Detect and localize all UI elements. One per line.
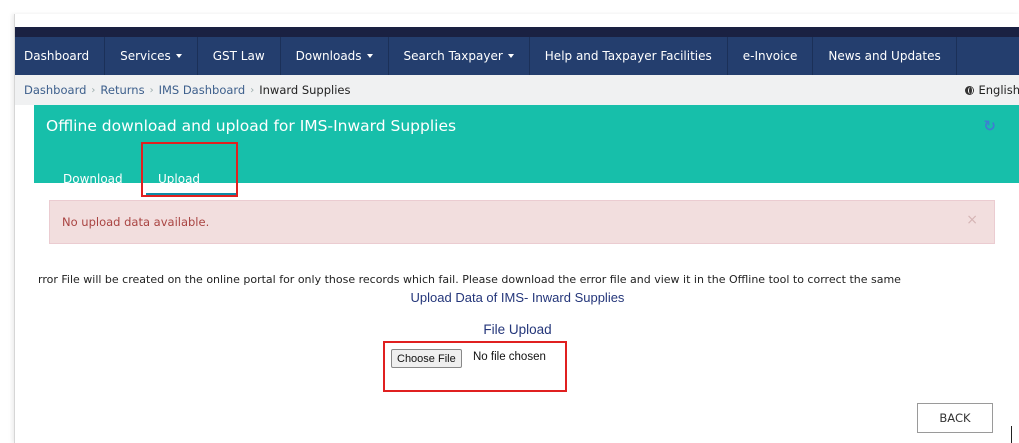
breadcrumb-separator: › bbox=[250, 84, 255, 96]
nav-news-updates[interactable]: News and Updates bbox=[813, 37, 957, 75]
file-upload-label: File Upload bbox=[483, 322, 552, 337]
highlight-box-upload-tab bbox=[141, 142, 238, 197]
upload-section-title: Upload Data of IMS- Inward Supplies bbox=[410, 290, 625, 305]
breadcrumb-current: Inward Supplies bbox=[259, 83, 351, 97]
info-text: rror File will be created on the online … bbox=[38, 273, 901, 286]
nav-e-invoice[interactable]: e-Invoice bbox=[728, 37, 814, 75]
breadcrumb-separator: › bbox=[91, 84, 96, 96]
breadcrumb-returns[interactable]: Returns bbox=[100, 83, 144, 97]
breadcrumb: Dashboard › Returns › IMS Dashboard › In… bbox=[15, 75, 1019, 105]
breadcrumb-separator: › bbox=[149, 84, 154, 96]
nav-dashboard[interactable]: Dashboard bbox=[15, 37, 106, 75]
caret-down-icon bbox=[507, 54, 514, 58]
alert-text: No upload data available. bbox=[62, 215, 210, 229]
nav-help-facilities[interactable]: Help and Taxpayer Facilities bbox=[530, 37, 728, 75]
highlight-box-file-input bbox=[383, 341, 567, 392]
header-strip bbox=[15, 27, 1019, 37]
nav-services[interactable]: Services bbox=[105, 37, 198, 75]
language-selector[interactable]: English bbox=[965, 75, 1019, 105]
language-label: English bbox=[978, 83, 1019, 97]
browser-viewport: Dashboard Services GST Law Downloads Sea… bbox=[14, 14, 1019, 443]
breadcrumb-ims-dashboard[interactable]: IMS Dashboard bbox=[159, 83, 246, 97]
nav-downloads[interactable]: Downloads bbox=[281, 37, 389, 75]
globe-icon bbox=[965, 85, 975, 95]
caret-down-icon bbox=[366, 54, 373, 58]
refresh-icon[interactable]: ↻ bbox=[983, 117, 996, 135]
page-title: Offline download and upload for IMS-Inwa… bbox=[46, 117, 457, 135]
text-cursor bbox=[1011, 426, 1012, 443]
tab-download[interactable]: Download bbox=[63, 172, 123, 186]
breadcrumb-dashboard[interactable]: Dashboard bbox=[24, 83, 86, 97]
main-navbar: Dashboard Services GST Law Downloads Sea… bbox=[15, 37, 1019, 75]
nav-gst-law[interactable]: GST Law bbox=[198, 37, 281, 75]
close-icon[interactable]: × bbox=[966, 212, 978, 228]
alert-message: No upload data available. × bbox=[49, 200, 995, 244]
nav-search-taxpayer[interactable]: Search Taxpayer bbox=[389, 37, 530, 75]
back-button[interactable]: BACK bbox=[917, 403, 993, 433]
caret-down-icon bbox=[175, 54, 182, 58]
